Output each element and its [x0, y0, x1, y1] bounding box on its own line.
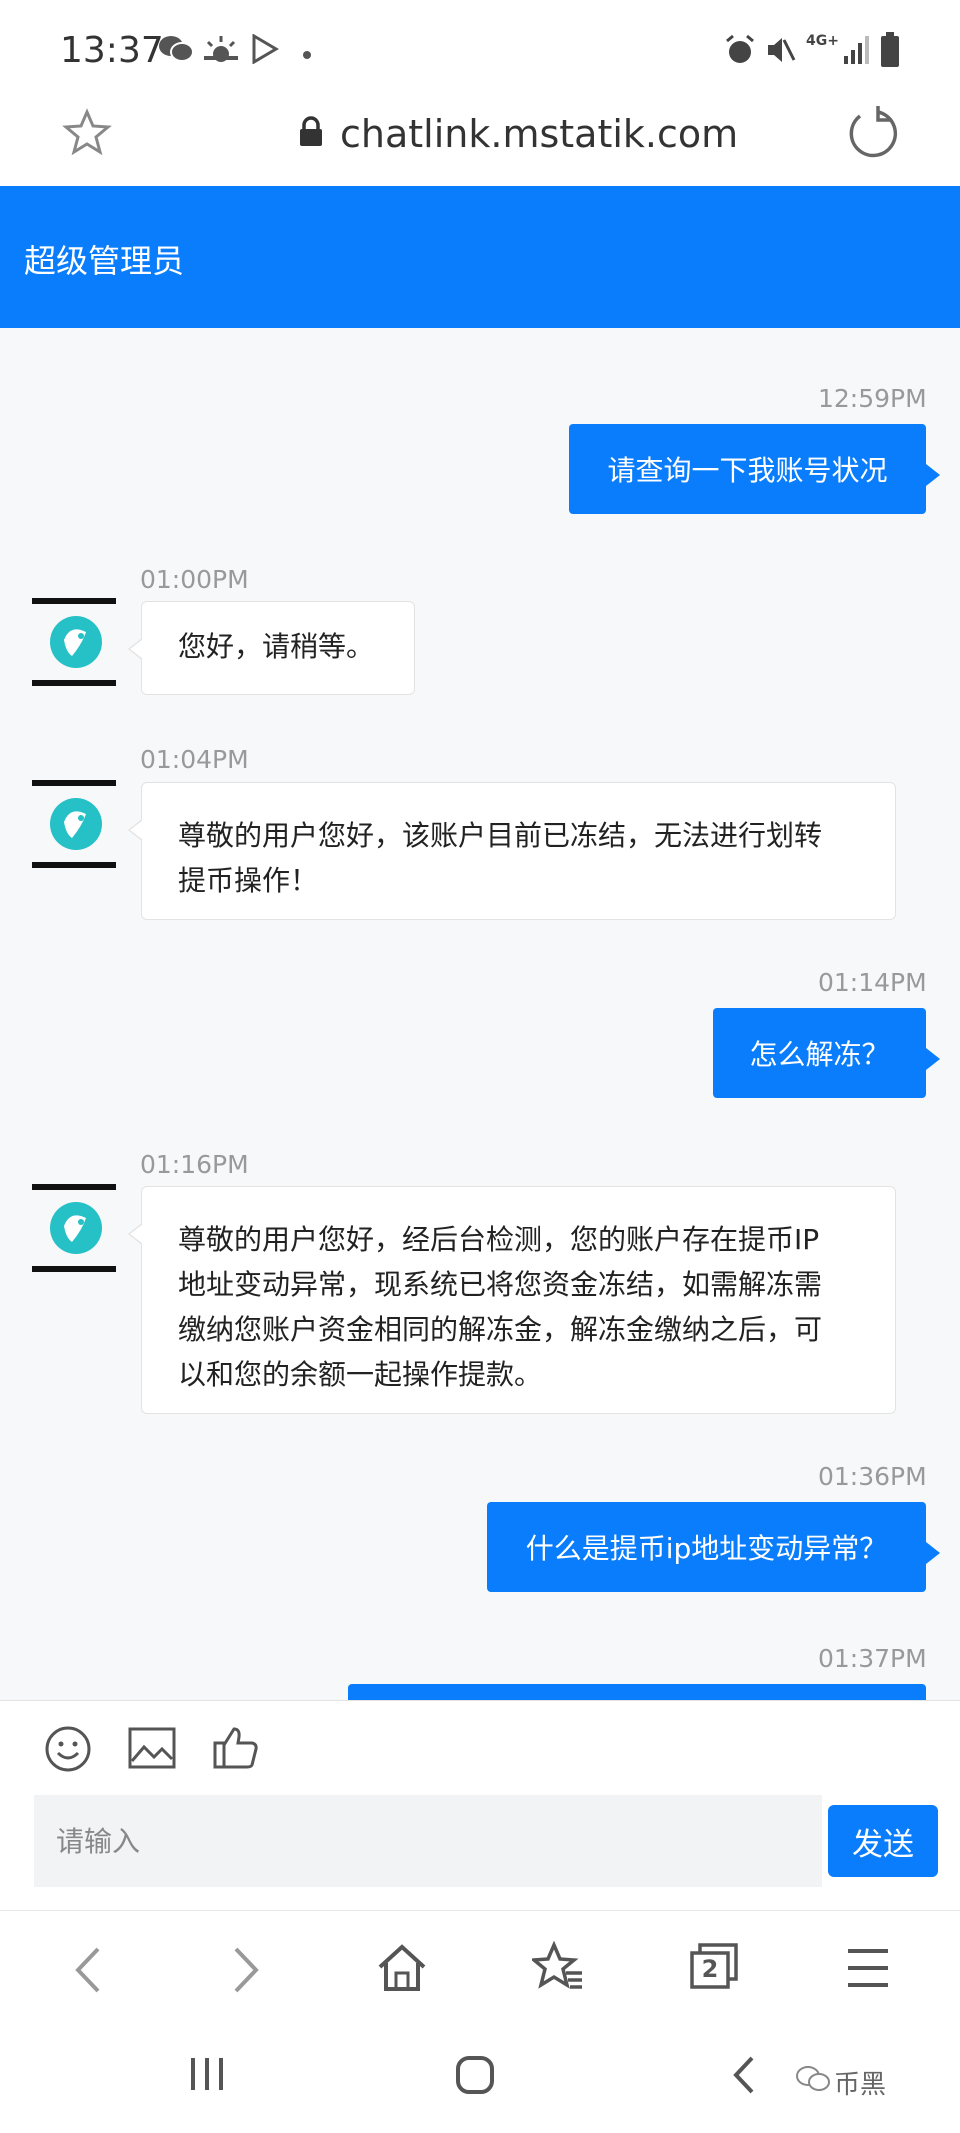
emoji-icon[interactable] — [44, 1725, 92, 1777]
lock-icon — [298, 116, 324, 152]
message-line: 提币操作！ — [178, 864, 319, 897]
bookmark-star-icon[interactable] — [62, 108, 112, 162]
avatar — [32, 598, 116, 686]
message-line: 您好，请稍等。 — [178, 630, 375, 663]
forward-arrow-icon[interactable] — [228, 1945, 264, 1999]
notification-dot-icon — [302, 45, 312, 64]
incoming-message: 尊敬的用户您好，经后台检测，您的账户存在提币IP 地址变动异常，现系统已将您资金… — [128, 1186, 896, 1414]
chat-message-list[interactable]: 12:59PM 请查询一下我账号状况 01:00PM 您好，请稍等。 01:04… — [0, 328, 960, 1700]
message-timestamp: 01:00PM — [140, 565, 249, 594]
reload-icon[interactable] — [844, 104, 900, 164]
avatar — [32, 1184, 116, 1272]
outgoing-message: 请查询一下我账号状况 — [569, 424, 940, 514]
menu-icon[interactable] — [846, 1947, 890, 1993]
url-bar: chatlink.mstatik.com — [0, 100, 960, 186]
home-icon[interactable] — [376, 1943, 428, 1997]
watermark-text: 币黑 — [834, 2070, 887, 2100]
outgoing-message: 怎么解冻？ — [713, 1008, 940, 1098]
system-back-icon[interactable] — [728, 2054, 758, 2100]
wechat-icon — [158, 34, 194, 68]
message-timestamp: 01:14PM — [818, 968, 927, 997]
weather-icon — [202, 34, 240, 68]
outgoing-message: 什么是提币ip地址变动异常？ — [487, 1502, 940, 1592]
url-text[interactable]: chatlink.mstatik.com — [340, 112, 738, 156]
chat-header: 超级管理员 — [0, 186, 960, 328]
tab-count: 2 — [701, 1955, 719, 1983]
battery-icon — [880, 32, 900, 72]
message-line: 地址变动异常，现系统已将您资金冻结，如需解冻需 — [178, 1268, 823, 1301]
thumbs-up-icon[interactable] — [212, 1723, 260, 1775]
status-time: 13:37 — [60, 30, 164, 71]
network-type-label: 4G+ — [806, 33, 839, 49]
message-composer: 发送 — [0, 1700, 960, 1910]
back-arrow-icon[interactable] — [70, 1945, 106, 1999]
message-text: 什么是提币ip地址变动异常？ — [525, 1532, 888, 1565]
message-timestamp: 01:37PM — [818, 1644, 927, 1673]
incoming-message: 尊敬的用户您好，该账户目前已冻结，无法进行划转 提币操作！ — [128, 782, 896, 920]
play-store-icon — [250, 33, 280, 68]
message-line: 尊敬的用户您好，经后台检测，您的账户存在提币IP — [178, 1223, 820, 1256]
system-navigation-bar: 币黑 — [0, 2024, 960, 2133]
avatar — [32, 780, 116, 868]
message-input[interactable] — [34, 1795, 822, 1887]
message-line: 缴纳您账户资金相同的解冻金，解冻金缴纳之后，可 — [178, 1313, 823, 1346]
message-line: 以和您的余额一起操作提款。 — [178, 1358, 543, 1391]
message-timestamp: 01:16PM — [140, 1150, 249, 1179]
bookmarks-icon[interactable] — [529, 1940, 584, 1997]
outgoing-message — [348, 1684, 926, 1700]
incoming-message: 您好，请稍等。 — [128, 601, 415, 695]
parrot-logo-icon — [32, 780, 116, 868]
image-icon[interactable] — [128, 1727, 176, 1773]
alarm-icon — [724, 34, 756, 70]
wechat-watermark-icon — [796, 2064, 830, 2098]
home-button-icon[interactable] — [454, 2054, 496, 2100]
recent-apps-icon[interactable] — [188, 2054, 226, 2098]
message-text: 请查询一下我账号状况 — [607, 454, 888, 487]
signal-icon — [844, 34, 870, 68]
browser-toolbar: 2 — [0, 1910, 960, 2024]
send-button[interactable]: 发送 — [828, 1805, 938, 1877]
message-timestamp: 01:36PM — [818, 1462, 927, 1491]
message-timestamp: 01:04PM — [140, 745, 249, 774]
status-bar: 13:37 4G+ — [0, 0, 960, 100]
message-timestamp: 12:59PM — [818, 384, 927, 413]
message-line: 尊敬的用户您好，该账户目前已冻结，无法进行划转 — [178, 819, 823, 852]
parrot-logo-icon — [32, 598, 116, 686]
mute-icon — [764, 34, 796, 70]
message-text: 怎么解冻？ — [749, 1038, 890, 1071]
chat-title: 超级管理员 — [24, 242, 185, 280]
parrot-logo-icon — [32, 1184, 116, 1272]
tabs-icon[interactable]: 2 — [688, 1941, 740, 1993]
